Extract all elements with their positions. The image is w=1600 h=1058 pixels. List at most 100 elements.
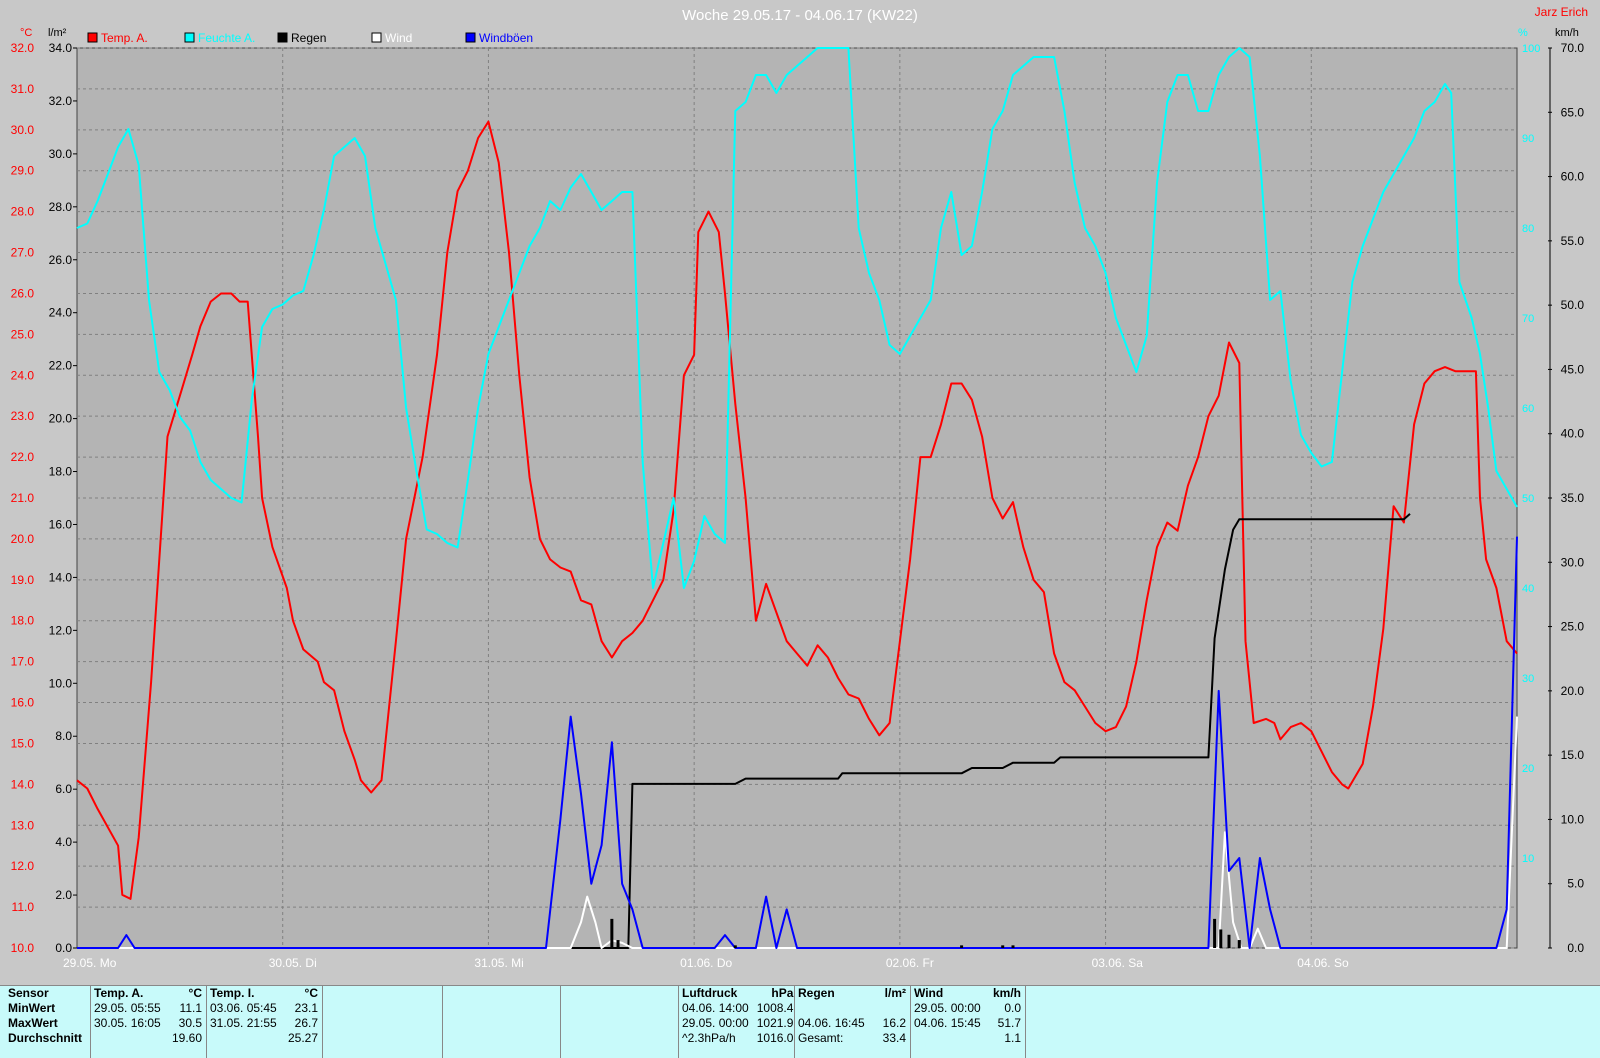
wind-tick-label: 10.0 bbox=[1561, 812, 1585, 826]
rain-bar bbox=[733, 945, 737, 948]
rain-tick-label: 4.0 bbox=[55, 835, 72, 849]
temp-tick-label: 31.0 bbox=[11, 82, 35, 96]
pressure-header: Luftdruck bbox=[682, 986, 738, 1000]
temp-tick-label: 12.0 bbox=[11, 859, 35, 873]
temp-tick-label: 28.0 bbox=[11, 205, 35, 219]
temp-a-avg-val: 19.60 bbox=[171, 1031, 202, 1045]
pressure-min-val: 1008.4 bbox=[756, 1001, 794, 1015]
wind-tick-label: 35.0 bbox=[1561, 491, 1585, 505]
rain-tick-label: 16.0 bbox=[49, 517, 73, 531]
legend-swatch bbox=[184, 32, 195, 43]
min-label: MinWert bbox=[8, 1001, 56, 1015]
wind-tick-label: 25.0 bbox=[1561, 620, 1585, 634]
wind-tick-label: 20.0 bbox=[1561, 684, 1585, 698]
wind-tick-label: 0.0 bbox=[1567, 941, 1584, 955]
temp-i-min-val: 23.1 bbox=[294, 1001, 318, 1015]
rain-max-val: 16.2 bbox=[882, 1016, 906, 1030]
legend-label: Temp. A. bbox=[101, 31, 148, 45]
rain-row1-when bbox=[794, 1001, 876, 1016]
rain-tick-label: 14.0 bbox=[49, 570, 73, 584]
x-tick-label: 01.06. Do bbox=[680, 956, 732, 970]
humidity-tick-label: 90 bbox=[1522, 133, 1534, 145]
legend-label: Wind bbox=[385, 31, 412, 45]
x-tick-label: 30.05. Di bbox=[269, 956, 317, 970]
rain-unit-label: l/m² bbox=[48, 27, 67, 39]
temp-tick-label: 11.0 bbox=[12, 900, 35, 914]
temp-a-avg-when bbox=[90, 1031, 167, 1046]
temp-unit-label: °C bbox=[20, 27, 32, 39]
rain-header: Regen bbox=[798, 986, 835, 1000]
temp-tick-label: 23.0 bbox=[11, 409, 35, 423]
pressure-max-when: 29.05. 00:00 bbox=[682, 1016, 749, 1030]
humidity-tick-label: 40 bbox=[1522, 583, 1534, 595]
temp-tick-label: 20.0 bbox=[11, 532, 35, 546]
x-tick-label: 04.06. So bbox=[1297, 956, 1349, 970]
rain-tick-label: 10.0 bbox=[49, 676, 73, 690]
rain-tick-label: 34.0 bbox=[49, 41, 73, 55]
wind-unit: km/h bbox=[992, 986, 1021, 1000]
rain-bar bbox=[1237, 940, 1241, 948]
wind-tick-label: 40.0 bbox=[1561, 427, 1585, 441]
rain-tick-label: 8.0 bbox=[55, 729, 72, 743]
wind-tick-label: 30.0 bbox=[1561, 555, 1585, 569]
rain-bar bbox=[1227, 934, 1231, 948]
legend-swatch bbox=[465, 32, 476, 43]
wind-max-val: 51.7 bbox=[997, 1016, 1021, 1030]
temp-i-avg-when bbox=[206, 1031, 283, 1046]
wind-tick-label: 50.0 bbox=[1561, 298, 1585, 312]
rain-bar bbox=[1213, 918, 1217, 948]
rain-total-val: 33.4 bbox=[882, 1031, 906, 1045]
chart-title: Woche 29.05.17 - 04.06.17 (KW22) bbox=[682, 7, 918, 24]
temp-tick-label: 32.0 bbox=[11, 41, 35, 55]
stats-pressure-col: Luftdruck hPa 04.06. 14:00 1008.4 29.05. 0… bbox=[678, 986, 797, 1046]
rain-tick-label: 26.0 bbox=[49, 253, 73, 267]
rain-tick-label: 18.0 bbox=[49, 465, 73, 479]
wind-tick-label: 65.0 bbox=[1561, 105, 1585, 119]
stats-sensor-col: Sensor MinWert MaxWert Durchschnitt bbox=[4, 986, 86, 1046]
temp-a-min-val: 11.1 bbox=[179, 1001, 202, 1015]
rain-bar bbox=[616, 940, 620, 948]
temp-tick-label: 15.0 bbox=[11, 736, 35, 750]
humidity-tick-label: 80 bbox=[1522, 223, 1534, 235]
wind-header: Wind bbox=[914, 986, 944, 1000]
legend-label: Windböen bbox=[479, 31, 533, 45]
wind-tick-label: 45.0 bbox=[1561, 362, 1585, 376]
humidity-tick-label: 60 bbox=[1522, 403, 1534, 415]
legend-swatch bbox=[277, 32, 288, 43]
humidity-tick-label: 10 bbox=[1522, 853, 1534, 865]
temp-tick-label: 10.0 bbox=[11, 941, 35, 955]
temp-tick-label: 29.0 bbox=[11, 164, 35, 178]
temp-tick-label: 25.0 bbox=[11, 327, 35, 341]
rain-tick-label: 32.0 bbox=[49, 94, 73, 108]
temp-tick-label: 13.0 bbox=[11, 818, 35, 832]
temp-a-max-when: 30.05. 16:05 bbox=[94, 1016, 161, 1030]
rain-total-label: Gesamt: bbox=[798, 1031, 844, 1045]
stats-temp-a-col: Temp. A. °C 29.05. 05:55 11.1 30.05. 16:05… bbox=[90, 986, 206, 1046]
rain-bar bbox=[960, 945, 964, 948]
rain-tick-label: 0.0 bbox=[55, 941, 72, 955]
temp-tick-label: 21.0 bbox=[11, 491, 35, 505]
humidity-tick-label: 70 bbox=[1522, 313, 1534, 325]
temp-i-unit: °C bbox=[304, 986, 318, 1000]
pressure-trend: ^2.3hPa/h bbox=[682, 1031, 736, 1045]
wind-tick-label: 15.0 bbox=[1561, 748, 1585, 762]
legend-swatch bbox=[371, 32, 382, 43]
sensor-header: Sensor bbox=[8, 986, 49, 1000]
wind-min-when: 29.05. 00:00 bbox=[914, 1001, 981, 1015]
temp-i-max-val: 26.7 bbox=[294, 1016, 318, 1030]
humidity-unit-label: % bbox=[1518, 27, 1528, 39]
stats-wind-col: Wind km/h 29.05. 00:00 0.0 04.06. 15:45 51.… bbox=[910, 986, 1025, 1046]
temp-tick-label: 26.0 bbox=[11, 286, 35, 300]
wind-unit-label: km/h bbox=[1555, 27, 1579, 39]
rain-bar bbox=[1011, 945, 1015, 948]
rain-tick-label: 6.0 bbox=[55, 782, 72, 796]
humidity-tick-label: 20 bbox=[1522, 763, 1534, 775]
rain-tick-label: 22.0 bbox=[49, 359, 73, 373]
rain-bar bbox=[1219, 929, 1223, 948]
author-label: Jarz Erich bbox=[1535, 5, 1588, 19]
x-tick-label: 29.05. Mo bbox=[63, 956, 117, 970]
x-tick-label: 02.06. Fr bbox=[886, 956, 934, 970]
legend-label: Regen bbox=[291, 31, 326, 45]
wind-avg-val: 1.1 bbox=[1004, 1031, 1021, 1045]
temp-i-header: Temp. I. bbox=[210, 986, 255, 1000]
